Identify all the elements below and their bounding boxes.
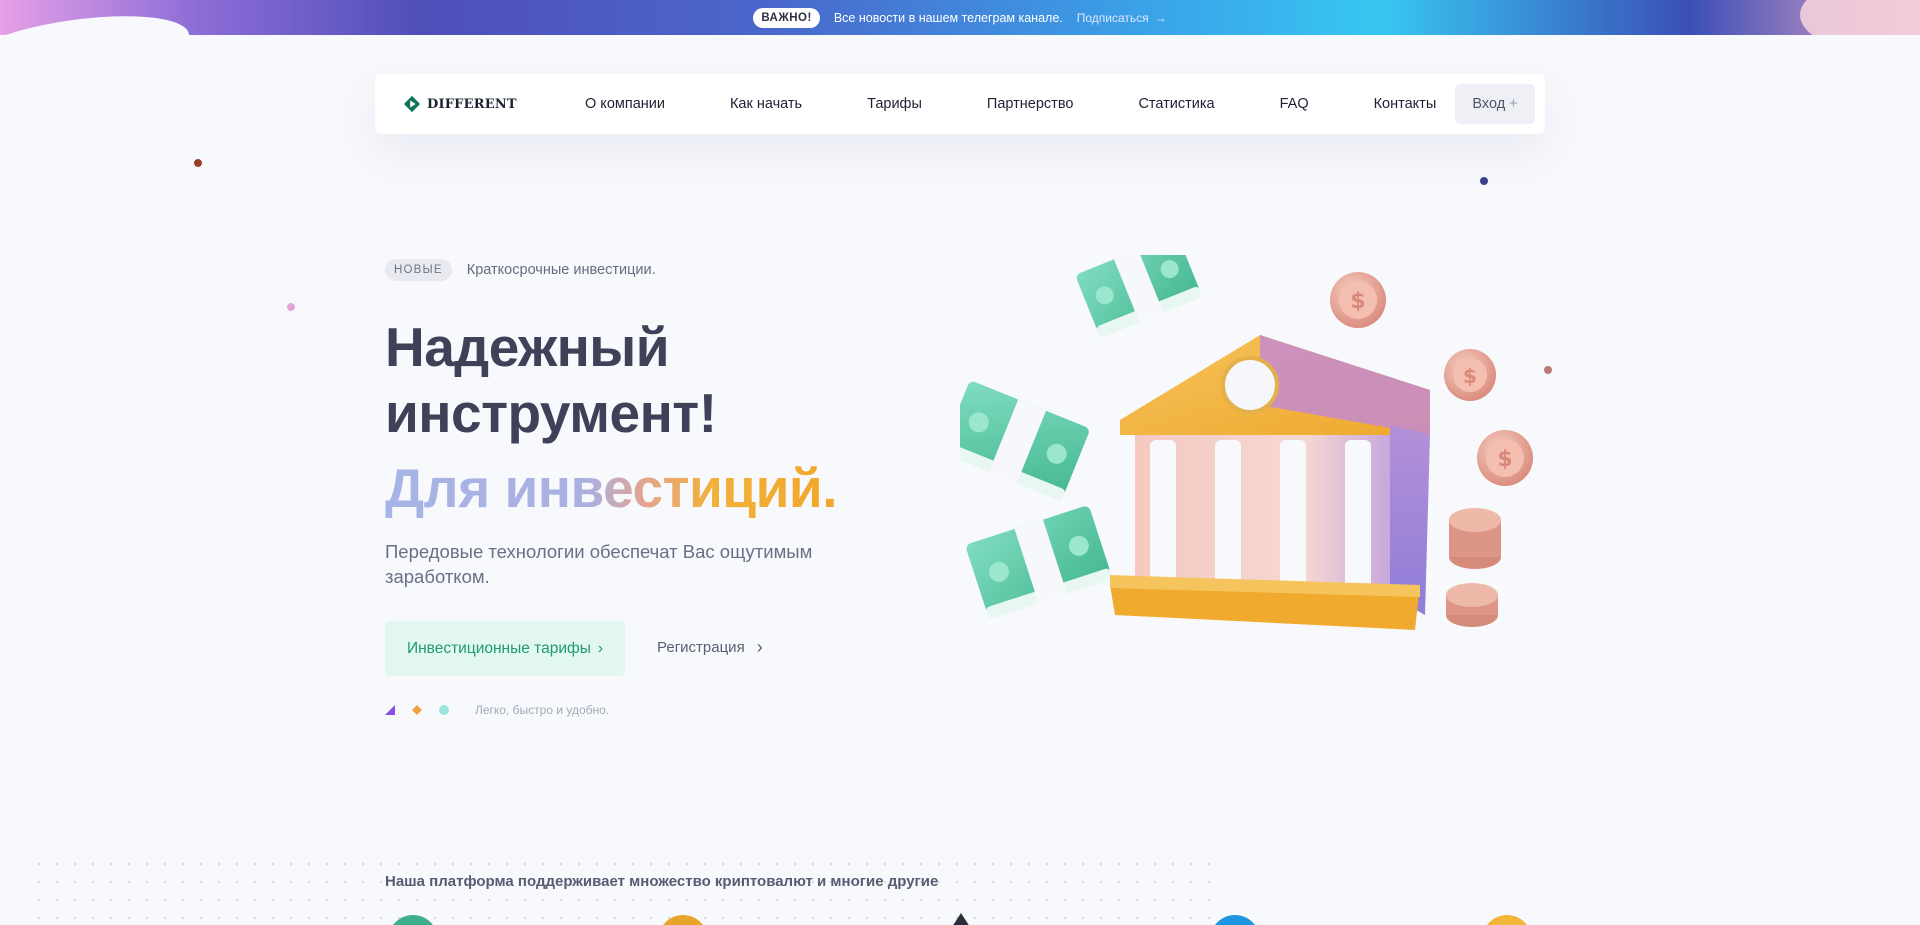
- nav-item-statistics[interactable]: Статистика: [1138, 96, 1214, 112]
- investment-tariffs-button[interactable]: Инвестиционные тарифы ›: [385, 621, 625, 676]
- investment-tariffs-label: Инвестиционные тарифы: [406, 639, 591, 657]
- crypto-coin-icon: [953, 913, 969, 925]
- circle-icon: [439, 705, 449, 715]
- hero-title: Надежный инструмент!: [385, 316, 717, 444]
- feature-text: Легко, быстро и удобно.: [475, 703, 610, 717]
- platform-title: Наша платформа поддерживает множество кр…: [385, 873, 939, 890]
- decor-dot: [287, 303, 295, 311]
- hero-subtitle: Для инвестиций.: [385, 457, 838, 519]
- register-link[interactable]: Регистрация ›: [657, 632, 777, 662]
- nav-item-partnership[interactable]: Партнерство: [987, 96, 1074, 112]
- logo[interactable]: DIFFERENT: [403, 95, 553, 113]
- crypto-coin-icon: [1210, 915, 1260, 925]
- important-badge: ВАЖНО!: [753, 7, 820, 28]
- chevron-right-icon: ›: [597, 639, 604, 657]
- main-navbar: DIFFERENT О компании Как начать Тарифы П…: [375, 74, 1545, 134]
- dollar-coin: $: [1444, 349, 1496, 401]
- logo-icon: [403, 95, 421, 113]
- hero-lead: Передовые технологии обеспечат Вас ощути…: [385, 541, 813, 587]
- nav-item-how-to-start[interactable]: Как начать: [730, 96, 802, 112]
- cash-stack: [960, 381, 1089, 500]
- announcement-bar: ВАЖНО! Все новости в нашем телеграм кана…: [0, 0, 1920, 35]
- plus-icon: +: [1509, 96, 1518, 112]
- cash-stack: [966, 506, 1112, 619]
- nav-item-contacts[interactable]: Контакты: [1374, 96, 1437, 112]
- hero-badge-row: НОВЫЕ Краткосрочные инвестиции.: [385, 259, 656, 281]
- announcement-text: Все новости в нашем телеграм канале.: [833, 10, 1063, 25]
- subscribe-label: Подписаться: [1076, 10, 1149, 25]
- chevron-right-icon: ›: [756, 636, 763, 657]
- nav-menu: О компании Как начать Тарифы Партнерство…: [553, 96, 1436, 112]
- svg-text:$: $: [1350, 289, 1365, 314]
- svg-text:$: $: [1497, 447, 1512, 472]
- decor-dot: [194, 159, 202, 167]
- dollar-coin: $: [1477, 430, 1533, 486]
- feature-row: Легко, быстро и удобно.: [385, 703, 609, 717]
- bank-illustration: $ $ $: [960, 255, 1533, 630]
- new-badge: НОВЫЕ: [385, 259, 452, 281]
- nav-item-about[interactable]: О компании: [585, 96, 665, 112]
- hero-badge-text: Краткосрочные инвестиции.: [466, 262, 656, 278]
- triangle-icon: [385, 705, 395, 715]
- login-button[interactable]: Вход +: [1455, 84, 1535, 124]
- crypto-coin-icon: [1482, 915, 1532, 925]
- subscribe-link[interactable]: Подписаться →: [1077, 11, 1167, 25]
- nav-item-faq[interactable]: FAQ: [1280, 96, 1309, 112]
- nav-item-tariffs[interactable]: Тарифы: [867, 96, 922, 112]
- diamond-icon: [412, 705, 422, 715]
- login-label: Вход: [1472, 96, 1506, 112]
- coin-stack: [1446, 583, 1498, 627]
- decor-dot: [1480, 177, 1488, 185]
- register-label: Регистрация: [657, 638, 745, 656]
- logo-text: DIFFERENT: [427, 96, 517, 112]
- arrow-right-icon: →: [1154, 10, 1167, 25]
- dollar-coin: $: [1330, 272, 1386, 328]
- svg-text:$: $: [1463, 364, 1477, 388]
- dotted-background: [30, 855, 1210, 925]
- decor-dot: [1544, 366, 1552, 374]
- coin-stack: [1449, 508, 1501, 569]
- bank-building: [1110, 335, 1430, 630]
- cash-stack: [1076, 255, 1202, 337]
